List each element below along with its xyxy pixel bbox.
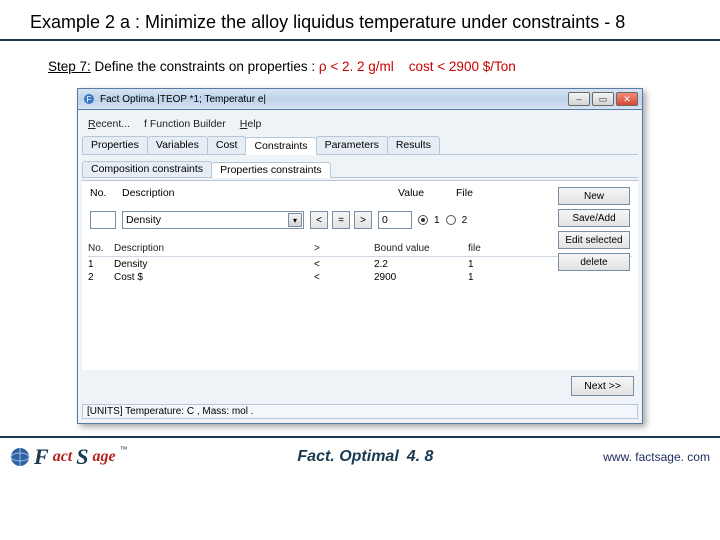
list-header: No. Description > Bound value file — [88, 243, 632, 257]
list-header-desc: Description — [114, 243, 314, 254]
factsage-logo: FactSage™ — [10, 444, 128, 470]
footer: FactSage™ Fact. Optimal 4. 8 www. factsa… — [0, 438, 720, 470]
close-button[interactable]: ✕ — [616, 92, 638, 106]
new-button[interactable]: New — [558, 187, 630, 205]
greater-than-button[interactable]: > — [354, 211, 372, 229]
menu-help[interactable]: Help — [240, 118, 262, 130]
tab-variables[interactable]: Variables — [147, 136, 208, 154]
statusbar: [UNITS] Temperature: C , Mass: mol . — [82, 404, 638, 419]
app-window: F Fact Optima |TEOP *1; Temperatur e| – … — [77, 88, 643, 424]
maximize-button[interactable]: ▭ — [592, 92, 614, 106]
file-radio-2[interactable] — [446, 215, 456, 225]
file-radio-1[interactable] — [418, 215, 428, 225]
status-units: [UNITS] Temperature: C , Mass: mol . — [87, 406, 254, 417]
subtab-properties-constraints[interactable]: Properties constraints — [211, 162, 331, 178]
step-label: Step 7: — [48, 59, 91, 74]
value-field[interactable]: 0 — [378, 211, 412, 229]
step-text: Define the constraints on properties : — [95, 59, 319, 74]
save-add-button[interactable]: Save/Add — [558, 209, 630, 227]
tab-properties[interactable]: Properties — [82, 136, 148, 154]
form-headers: No. Description Value File — [88, 187, 632, 203]
less-than-button[interactable]: < — [310, 211, 328, 229]
list-header-file: file — [468, 243, 508, 254]
list-header-bound: Bound value — [374, 243, 468, 254]
subtab-composition[interactable]: Composition constraints — [82, 161, 212, 177]
tab-cost[interactable]: Cost — [207, 136, 247, 154]
equal-button[interactable]: = — [332, 211, 350, 229]
site-url[interactable]: www. factsage. com — [603, 450, 710, 464]
menu-recent[interactable]: Recent... — [88, 118, 130, 130]
file-radio-group: 1 2 — [418, 215, 467, 226]
main-tabs: Properties Variables Cost Constraints Pa… — [82, 136, 638, 155]
form-row: Density ▾ < = > 0 1 2 — [88, 203, 632, 233]
slide-title: Example 2 a : Minimize the alloy liquidu… — [0, 0, 720, 39]
bottom-bar: Next >> — [82, 370, 638, 402]
description-value: Density — [126, 214, 161, 226]
edit-selected-button[interactable]: Edit selected — [558, 231, 630, 249]
tab-parameters[interactable]: Parameters — [316, 136, 388, 154]
list-row[interactable]: 2 Cost $ < 2900 1 — [88, 270, 632, 283]
menu-function-builder[interactable]: f Function Builder — [144, 118, 226, 130]
header-value: Value — [398, 187, 450, 199]
sub-tabs: Composition constraints Properties const… — [82, 161, 638, 178]
no-field[interactable] — [90, 211, 116, 229]
header-file: File — [456, 187, 514, 199]
constraints-panel: New Save/Add Edit selected delete No. De… — [82, 180, 638, 370]
delete-button[interactable]: delete — [558, 253, 630, 271]
globe-icon — [10, 447, 30, 467]
list-header-no: No. — [88, 243, 114, 254]
titlebar[interactable]: F Fact Optima |TEOP *1; Temperatur e| – … — [77, 88, 643, 110]
tab-constraints[interactable]: Constraints — [245, 137, 316, 155]
step-line: Step 7: Define the constraints on proper… — [0, 41, 720, 88]
constraint-rho: ρ < 2. 2 g/ml — [319, 59, 394, 74]
constraint-cost: cost < 2900 $/Ton — [409, 59, 516, 74]
chevron-down-icon[interactable]: ▾ — [288, 213, 302, 227]
header-no: No. — [90, 187, 116, 199]
side-actions: New Save/Add Edit selected delete — [558, 187, 630, 271]
header-description: Description — [122, 187, 304, 199]
product-label: Fact. Optimal 4. 8 — [297, 448, 433, 466]
description-dropdown[interactable]: Density ▾ — [122, 211, 304, 229]
tab-results[interactable]: Results — [387, 136, 440, 154]
relation-buttons: < = > — [310, 211, 372, 229]
list-header-op: > — [314, 243, 374, 254]
app-icon: F — [82, 92, 96, 106]
menubar: Recent... f Function Builder Help — [82, 114, 638, 136]
window-title: Fact Optima |TEOP *1; Temperatur e| — [100, 94, 266, 105]
list-row[interactable]: 1 Density < 2.2 1 — [88, 257, 632, 270]
next-button[interactable]: Next >> — [571, 376, 634, 396]
svg-text:F: F — [87, 95, 92, 104]
minimize-button[interactable]: – — [568, 92, 590, 106]
